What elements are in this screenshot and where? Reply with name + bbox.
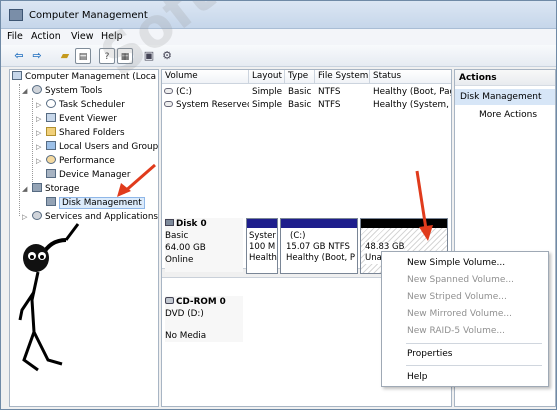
show-console-tree-icon[interactable]: ▤ <box>75 48 91 64</box>
column-type[interactable]: Type <box>285 70 315 84</box>
cdrom-icon <box>165 297 174 304</box>
red-arrow-icon <box>117 163 156 197</box>
disk-0-label[interactable]: Disk 0 Basic 64.00 GB Online <box>165 218 243 272</box>
menu-new-mirrored-volume[interactable]: New Mirrored Volume... <box>382 306 548 322</box>
menu-help[interactable]: Help <box>101 31 123 42</box>
forward-icon[interactable]: ⇨ <box>29 48 45 64</box>
export-icon[interactable]: ▣ <box>141 48 157 64</box>
partition-c[interactable]: (C:) 15.07 GB NTFS Healthy (Boot, P <box>280 218 358 274</box>
tree-performance[interactable]: ▷ Performance <box>36 155 115 168</box>
more-actions-link[interactable]: More Actions <box>479 109 537 122</box>
tree-task-scheduler[interactable]: ▷ Task Scheduler <box>36 99 125 112</box>
menu-new-raid5-volume[interactable]: New RAID-5 Volume... <box>382 323 548 339</box>
performance-icon <box>46 155 56 164</box>
column-file-system[interactable]: File System <box>315 70 370 84</box>
tree-shared-folders[interactable]: ▷ Shared Folders <box>36 127 125 140</box>
disk-icon <box>165 219 174 226</box>
task-scheduler-icon <box>46 99 56 108</box>
menu-help-item[interactable]: Help <box>382 369 548 385</box>
up-folder-icon[interactable]: ▰ <box>57 48 73 64</box>
stick-figure-icon <box>18 223 80 372</box>
help-icon[interactable]: ? <box>99 48 115 64</box>
menu-properties[interactable]: Properties <box>382 346 548 362</box>
tree-event-viewer[interactable]: ▷ Event Viewer <box>36 113 117 126</box>
volume-icon <box>164 101 173 107</box>
tree-system-tools[interactable]: ◢ System Tools <box>22 85 102 98</box>
context-menu: New Simple Volume... New Spanned Volume.… <box>381 251 549 387</box>
event-viewer-icon <box>46 113 56 122</box>
settings-icon[interactable]: ⚙ <box>159 48 175 64</box>
window-title: Computer Management <box>29 10 148 21</box>
tree-local-users[interactable]: ▷ Local Users and Groups <box>36 141 158 154</box>
tree-computer-management[interactable]: Computer Management (Loca <box>12 71 156 84</box>
computer-management-icon <box>9 9 23 21</box>
column-status[interactable]: Status <box>370 70 451 84</box>
column-volume[interactable]: Volume <box>162 70 249 84</box>
shared-folder-icon <box>46 127 56 136</box>
properties-icon[interactable]: ▦ <box>117 48 133 64</box>
users-icon <box>46 141 56 150</box>
menu-new-simple-volume[interactable]: New Simple Volume... <box>382 255 548 271</box>
actions-header: Actions <box>455 70 555 86</box>
column-layout[interactable]: Layout <box>249 70 285 84</box>
menu-bar: File Action View Help <box>1 29 556 45</box>
cdrom-0-label[interactable]: CD-ROM 0 DVD (D:) No Media <box>165 296 243 342</box>
device-manager-icon <box>46 169 56 178</box>
menu-view[interactable]: View <box>71 31 94 42</box>
tree-storage[interactable]: ◢ Storage <box>22 183 79 196</box>
menu-separator <box>406 365 542 366</box>
toolbar: ⇦ ⇨ ▰ ▤ ? ▦ ▣ ⚙ <box>1 45 556 67</box>
computer-management-window: Computer Management File Action View Hel… <box>0 0 557 410</box>
menu-new-spanned-volume[interactable]: New Spanned Volume... <box>382 272 548 288</box>
title-bar: Computer Management <box>1 1 556 29</box>
menu-separator <box>406 343 542 344</box>
services-icon <box>32 211 42 220</box>
menu-new-striped-volume[interactable]: New Striped Volume... <box>382 289 548 305</box>
partition-system-reserved[interactable]: Syster 100 M Health <box>246 218 278 274</box>
storage-icon <box>32 183 42 192</box>
menu-file[interactable]: File <box>7 31 23 42</box>
computer-icon <box>12 71 22 80</box>
volume-icon <box>164 88 173 94</box>
tools-icon <box>32 85 42 94</box>
menu-action[interactable]: Action <box>31 31 61 42</box>
disk-management-icon <box>46 197 56 206</box>
console-tree: Computer Management (Loca ◢ System Tools … <box>9 69 159 407</box>
actions-disk-management[interactable]: Disk Management <box>455 89 555 105</box>
back-icon[interactable]: ⇦ <box>11 48 27 64</box>
red-arrow-icon <box>415 170 433 241</box>
